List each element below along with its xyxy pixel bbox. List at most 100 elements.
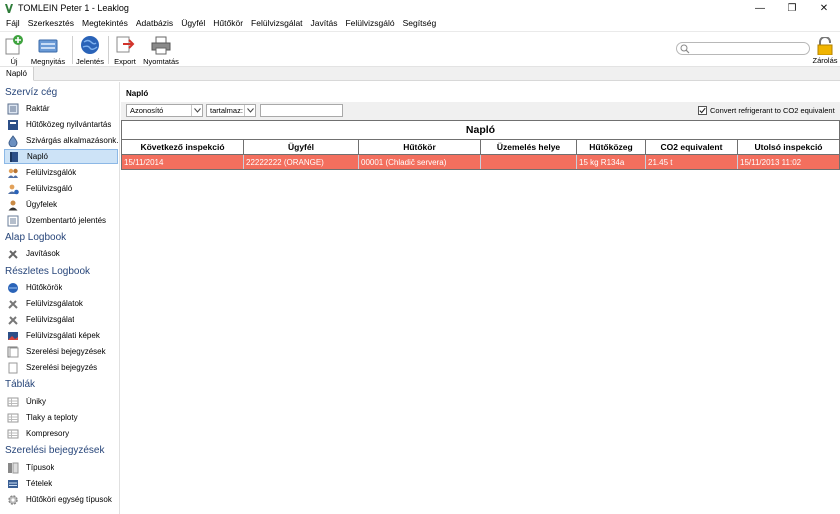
sidebar-item-unit-types[interactable]: Hűtőköri egység típusok [4,492,118,507]
search-box[interactable] [676,42,810,55]
print-button[interactable]: Nyomtatás [142,34,180,66]
padlock-icon [817,37,833,55]
sidebar-section-tables: Táblák [5,379,36,390]
co2-checkbox[interactable] [698,106,707,115]
sidebar-item-customers[interactable]: Ügyfelek [4,197,118,212]
table-cell: 00001 (Chladič servera) [359,155,481,169]
menu-customer[interactable]: Ügyfél [177,18,209,28]
filter-bar: Azonosító tartalmaz: Convert refrigerant… [121,102,840,120]
export-button[interactable]: Export [112,34,138,66]
table-row[interactable]: 15/11/2014 22222222 (ORANGE) 00001 (Chla… [122,155,839,169]
sidebar-section-installation-entries: Szerelési bejegyzések [5,445,105,456]
column-header[interactable]: Hűtőkör [359,140,481,154]
menu-database[interactable]: Adatbázis [132,18,177,28]
sidebar-item-leaks[interactable]: Úniky [4,394,118,409]
open-button[interactable]: Megnyitás [28,34,68,66]
menu-edit[interactable]: Szerkesztés [24,18,78,28]
menu-bar: Fájl Szerkesztés Megtekintés Adatbázis Ü… [0,16,840,30]
filter-operator-select[interactable]: tartalmaz: [206,104,256,117]
restore-button[interactable]: ❐ [776,0,808,16]
printer-icon [151,36,171,55]
export-label: Export [114,57,136,66]
report-list-icon [7,215,19,226]
warehouse-icon [7,103,19,114]
sidebar-item-inspection[interactable]: Felülvizsgálat [4,312,118,327]
menu-inspector[interactable]: Felülvizsgáló [341,18,398,28]
chevron-down-icon [244,105,255,116]
database-open-icon [38,39,58,53]
print-label: Nyomtatás [143,57,179,66]
sidebar-item-items[interactable]: Tételek [4,476,118,491]
sidebar-item-inspection-images[interactable]: Felülvizsgálati képek [4,328,118,343]
sidebar-item-naplo[interactable]: Napló [4,149,118,164]
co2-checkbox-label: Convert refrigerant to CO2 equivalent [710,106,835,115]
sidebar-item-compressors[interactable]: Kompresory [4,426,118,441]
menu-repair[interactable]: Javítás [307,18,342,28]
title-bar: TOMLEIN Peter 1 - Leaklog — ❐ ✕ [0,0,840,16]
sidebar-item-inspectors[interactable]: Felülvizsgálók [4,165,118,180]
items-list-icon [8,479,18,488]
table-cell [481,155,577,169]
menu-help[interactable]: Segítség [399,18,441,28]
customer-icon [8,200,18,210]
minimize-button[interactable]: — [744,0,776,16]
logbook-table: Napló Következő inspekció Ügyfél Hűtőkör… [121,120,840,170]
leaklog-logo-icon [5,3,13,13]
column-header[interactable]: Üzemelés helye [481,140,577,154]
sidebar-item-inspections[interactable]: Felülvizsgálatok [4,296,118,311]
new-button[interactable]: Új [4,34,24,66]
droplet-icon [8,134,18,147]
lock-button[interactable]: Zárolás [812,37,838,65]
sidebar-item-repairs[interactable]: Javítások [4,246,118,261]
report-button[interactable]: Jelentés [76,34,104,66]
sidebar-item-operator-report[interactable]: Üzembentartó jelentés [4,213,118,228]
document-stack-icon [7,346,19,357]
column-header[interactable]: Hűtőközeg [577,140,646,154]
close-button[interactable]: ✕ [808,0,840,16]
new-document-icon [5,35,23,55]
sidebar-item-installation-entry[interactable]: Szerelési bejegyzés [4,360,118,375]
column-header[interactable]: Ügyfél [244,140,359,154]
toolbar-separator [72,36,73,64]
table-cell: 21.45 t [646,155,738,169]
document-icon [8,362,18,373]
circuit-globe-icon [8,282,18,293]
filter-value-input[interactable] [260,104,343,117]
table-cell: 15/11/2013 11:02 [740,157,802,167]
menu-circuit[interactable]: Hűtőkör [209,18,247,28]
image-icon [8,331,18,340]
tools-icon [8,315,18,325]
sidebar-item-warehouse[interactable]: Raktár [4,101,118,116]
table-cell: 15 kg R134a [577,155,646,169]
menu-view[interactable]: Megtekintés [78,18,132,28]
new-label: Új [10,57,18,66]
table-icon [7,413,19,422]
sidebar-item-refrigerant-register[interactable]: Hűtőközeg nyilvántartás [4,117,118,132]
sidebar-item-circuits[interactable]: Hűtőkörök [4,280,118,295]
sidebar-section-detailed-logbook: Részletes Logbook [5,266,91,277]
open-label: Megnyitás [30,57,66,66]
column-header[interactable]: CO2 equivalent [646,140,738,154]
menu-file[interactable]: Fájl [2,18,24,28]
column-header[interactable]: Utolsó inspekció [738,140,839,154]
sidebar-item-leakage-by-application[interactable]: Szivárgás alkalmazásonk... [4,133,118,148]
sidebar-item-pressures-temperatures[interactable]: Tlaky a teploty [4,410,118,425]
tab-naplo[interactable]: Napló [0,67,34,81]
column-header[interactable]: Következő inspekció [122,140,244,154]
document-tab-strip: Napló [0,67,840,81]
sidebar-item-inspector[interactable]: Felülvizsgáló [4,181,118,196]
sidebar: Szervíz cég Raktár Hűtőközeg nyilvántart… [0,82,120,514]
filter-field-select[interactable]: Azonosító [126,104,203,117]
sidebar-item-types[interactable]: Típusok [4,460,118,475]
chevron-down-icon [191,105,202,116]
table-cell: 15/11/2014 [122,155,244,169]
search-input[interactable] [693,43,805,54]
person-info-icon [8,184,19,194]
people-icon [8,168,18,178]
sidebar-item-installation-entries[interactable]: Szerelési bejegyzések [4,344,118,359]
types-icon [8,462,19,473]
toolbar-separator [108,36,109,64]
main-content: Napló Azonosító tartalmaz: Convert refri… [121,82,840,514]
logbook-icon [10,151,18,162]
menu-inspection[interactable]: Felülvizsgálat [247,18,307,28]
